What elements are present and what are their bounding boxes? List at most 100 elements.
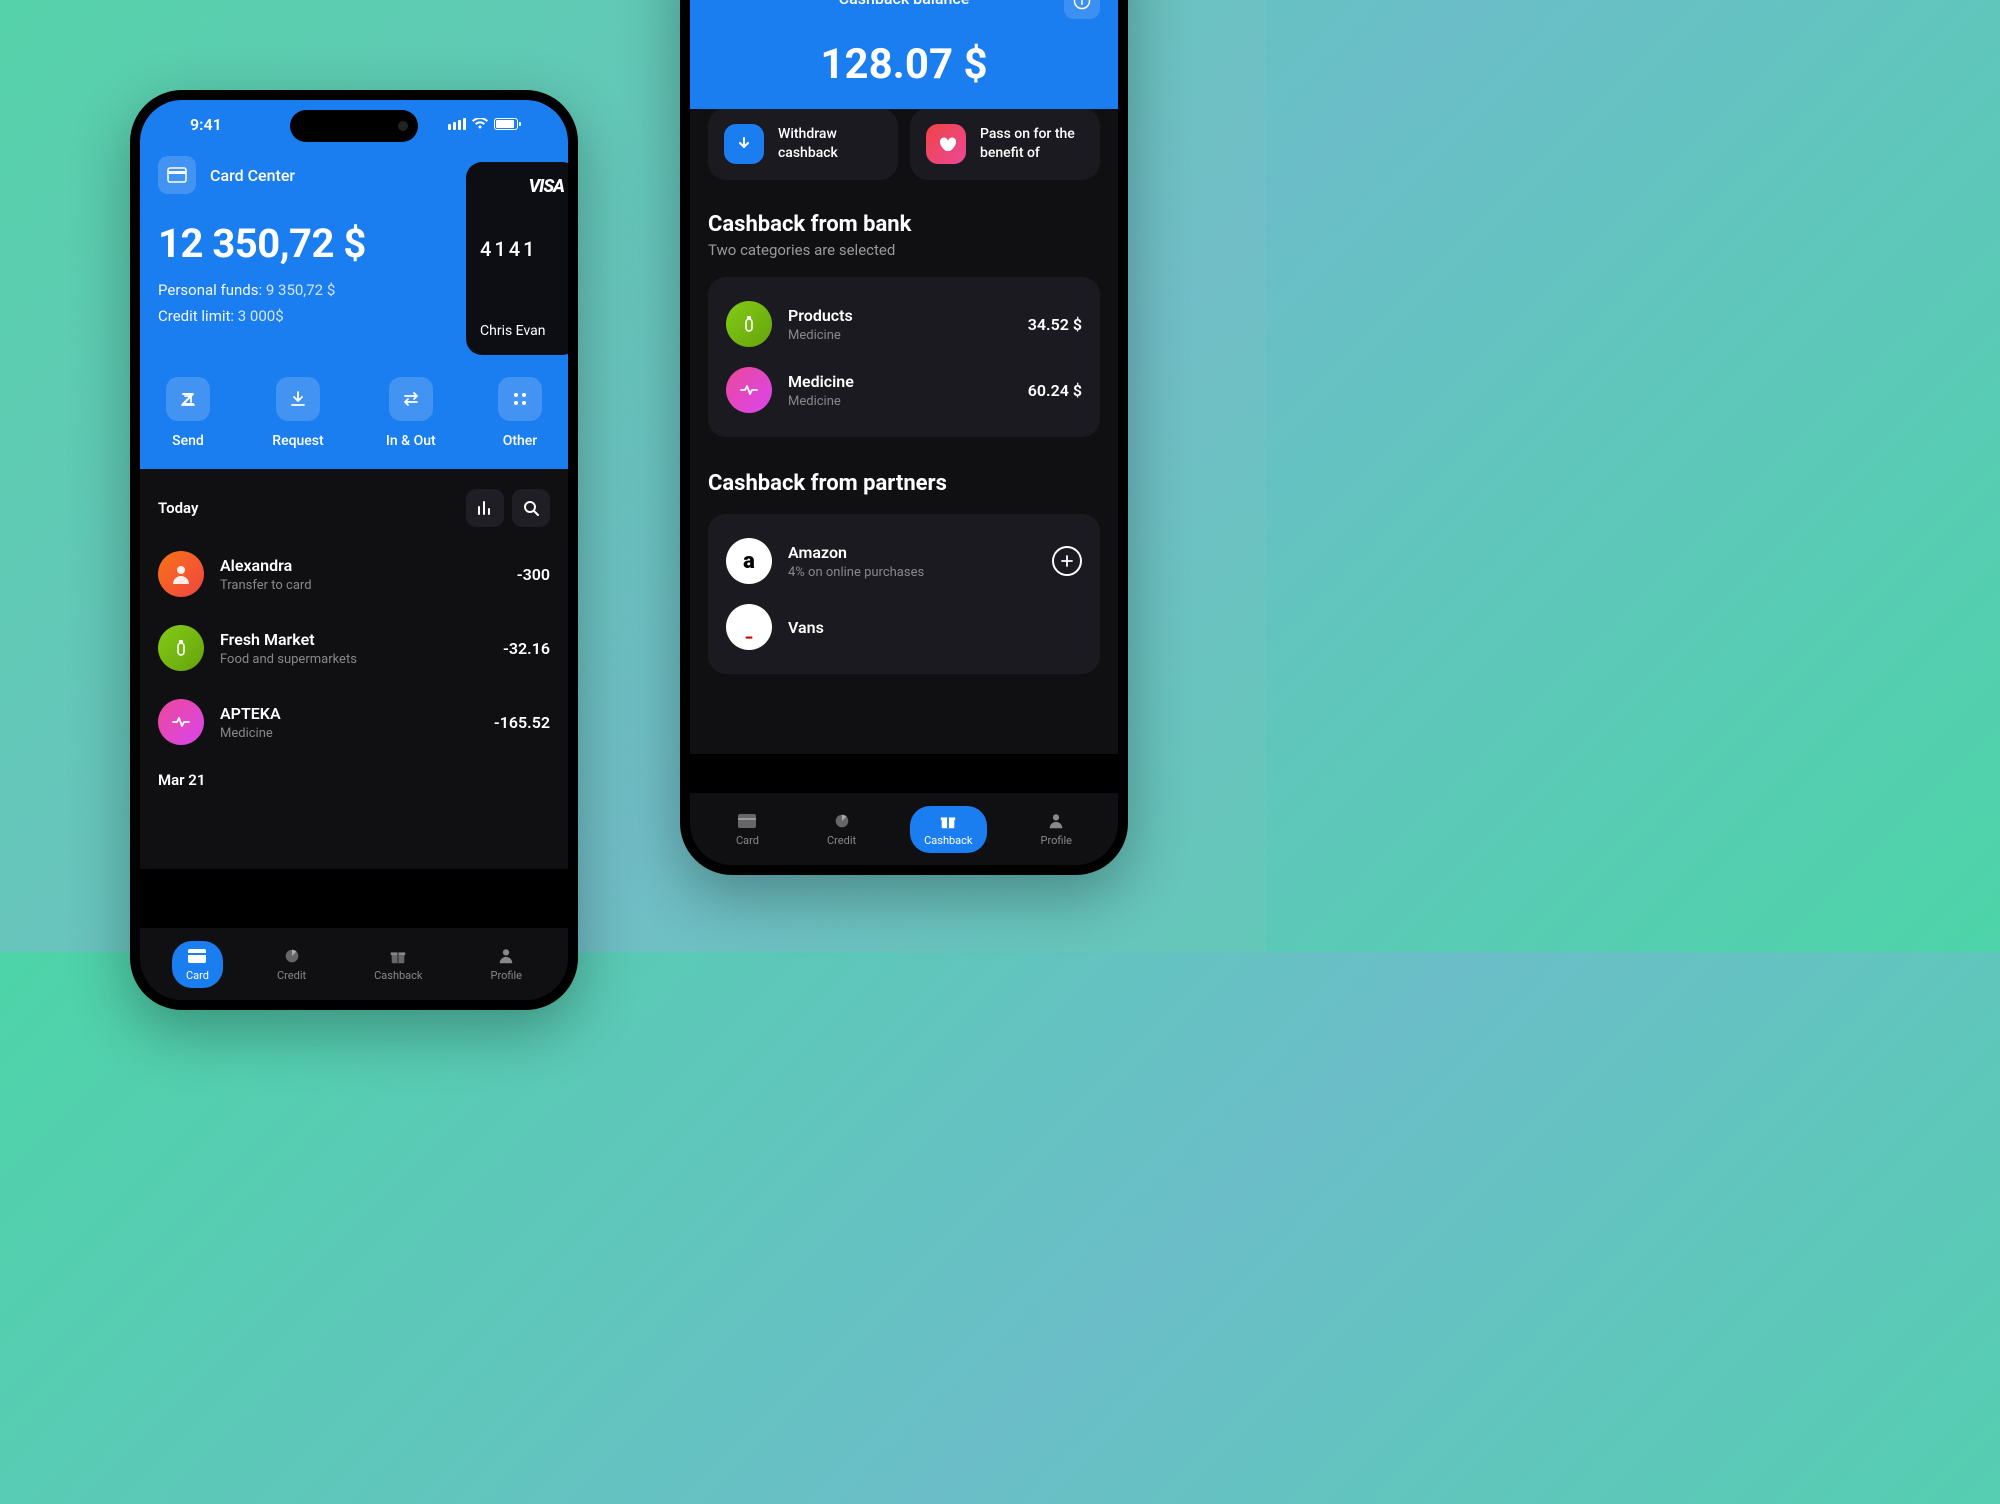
phone-frame-right: Cashback balance 128.07 $ Withdraw cashb… <box>680 0 1128 875</box>
cb-name: Medicine <box>788 372 1012 391</box>
visa-logo: VISA <box>480 176 564 197</box>
card-icon <box>167 167 187 183</box>
tab-label: Card <box>186 969 209 982</box>
info-icon <box>1073 0 1091 10</box>
tab-label: Credit <box>277 969 306 982</box>
tab-card[interactable]: Card <box>172 941 223 988</box>
main-balance: 12 350,72 $ <box>158 220 466 267</box>
tab-label: Card <box>736 834 759 847</box>
tx-amount: -300 <box>517 565 550 584</box>
partners-card: a Amazon 4% on online purchases ━ <box>708 514 1100 674</box>
today-label: Today <box>158 499 198 517</box>
download-icon <box>734 134 754 154</box>
search-button[interactable] <box>512 489 550 527</box>
tab-card[interactable]: Card <box>722 806 773 853</box>
card-icon <box>187 947 207 965</box>
search-icon <box>522 499 540 517</box>
partner-row[interactable]: ━ Vans <box>726 594 1082 660</box>
swap-icon <box>401 389 421 409</box>
tab-profile[interactable]: Profile <box>477 941 536 988</box>
cashback-balance: 128.07 $ <box>708 40 1100 89</box>
tab-cashback[interactable]: Cashback <box>360 941 436 988</box>
cashback-row[interactable]: Products Medicine 34.52 $ <box>726 291 1082 357</box>
status-icons <box>448 118 518 130</box>
tx-sub: Medicine <box>220 726 478 741</box>
stats-button[interactable] <box>466 489 504 527</box>
cb-amount: 34.52 $ <box>1028 315 1082 334</box>
tx-sub: Food and supermarkets <box>220 652 487 667</box>
action-request[interactable]: Request <box>272 377 323 449</box>
profile-icon <box>496 947 516 965</box>
tab-label: Profile <box>491 969 522 982</box>
partner-sub: 4% on online purchases <box>788 565 1036 580</box>
action-inout[interactable]: In & Out <box>386 377 436 449</box>
tx-name: Fresh Market <box>220 630 487 649</box>
avatar <box>158 699 204 745</box>
notch <box>290 110 418 142</box>
download-icon-box <box>724 124 764 164</box>
avatar <box>158 625 204 671</box>
tab-bar: Card Credit Cashback Profile <box>690 793 1118 865</box>
status-time: 9:41 <box>190 115 222 134</box>
pie-icon <box>282 947 302 965</box>
tab-credit[interactable]: Credit <box>263 941 320 988</box>
cashback-panel: Cashback from bank Two categories are se… <box>690 180 1118 754</box>
gift-icon <box>938 812 958 830</box>
plus-icon <box>1060 554 1074 568</box>
card-icon-button[interactable] <box>158 156 196 194</box>
visa-card[interactable]: VISA 4141 Chris Evan <box>466 162 568 355</box>
credit-limit-value: 3 000$ <box>238 307 284 325</box>
donate-card[interactable]: Pass on for the benefit of <box>910 108 1100 180</box>
quick-card-text: Pass on for the benefit of <box>980 125 1075 163</box>
bar-chart-icon <box>476 499 494 517</box>
section-header-row: Today <box>158 489 550 527</box>
bottle-icon <box>738 313 760 335</box>
profile-icon <box>1046 812 1066 830</box>
heartbeat-icon <box>170 711 192 733</box>
tx-sub: Transfer to card <box>220 578 501 593</box>
header-area: 9:41 Card Center 12 350,72 $ Personal fu <box>140 100 568 469</box>
action-send[interactable]: Send <box>166 377 210 449</box>
personal-funds-row: Personal funds: 9 350,72 $ <box>158 281 466 299</box>
tab-cashback[interactable]: Cashback <box>910 806 986 853</box>
battery-icon <box>494 118 518 130</box>
personal-funds-label: Personal funds: <box>158 281 262 299</box>
partner-name: Vans <box>788 618 1082 637</box>
transaction-row[interactable]: Alexandra Transfer to card -300 <box>158 537 550 611</box>
personal-funds-value: 9 350,72 $ <box>266 281 335 299</box>
cashback-title-row: Cashback balance <box>708 0 1100 8</box>
avatar: ━ <box>726 604 772 650</box>
wifi-icon <box>472 118 488 130</box>
tab-label: Cashback <box>924 834 972 847</box>
partner-row[interactable]: a Amazon 4% on online purchases <box>726 528 1082 594</box>
quick-card-text: Withdraw cashback <box>778 125 838 163</box>
heartbeat-icon <box>738 379 760 401</box>
tab-label: Profile <box>1041 834 1072 847</box>
tab-label: Credit <box>827 834 856 847</box>
header-title: Card Center <box>210 166 295 185</box>
avatar: a <box>726 538 772 584</box>
withdraw-card[interactable]: Withdraw cashback <box>708 108 898 180</box>
gift-icon <box>388 947 408 965</box>
transaction-row[interactable]: APTEKA Medicine -165.52 <box>158 685 550 759</box>
bank-section-sub: Two categories are selected <box>708 241 1100 259</box>
cashback-row[interactable]: Medicine Medicine 60.24 $ <box>726 357 1082 423</box>
cb-sub: Medicine <box>788 328 1012 343</box>
partners-section-title: Cashback from partners <box>708 471 1100 496</box>
pie-icon <box>832 812 852 830</box>
action-other[interactable]: Other <box>498 377 542 449</box>
bank-cashback-card: Products Medicine 34.52 $ Medicine Medic… <box>708 277 1100 437</box>
transaction-row[interactable]: Fresh Market Food and supermarkets -32.1… <box>158 611 550 685</box>
bottle-icon <box>170 637 192 659</box>
bank-section-title: Cashback from bank <box>708 212 1100 237</box>
download-icon <box>288 389 308 409</box>
vans-logo-icon: ━ <box>746 633 752 644</box>
transaction-list: Alexandra Transfer to card -300 Fresh Ma… <box>158 537 550 789</box>
avatar <box>726 301 772 347</box>
tab-credit[interactable]: Credit <box>813 806 870 853</box>
tab-profile[interactable]: Profile <box>1027 806 1086 853</box>
balance-area: 12 350,72 $ Personal funds: 9 350,72 $ C… <box>158 220 466 325</box>
info-button[interactable] <box>1064 0 1100 19</box>
add-button[interactable] <box>1052 546 1082 576</box>
credit-limit-row: Credit limit: 3 000$ <box>158 307 466 325</box>
